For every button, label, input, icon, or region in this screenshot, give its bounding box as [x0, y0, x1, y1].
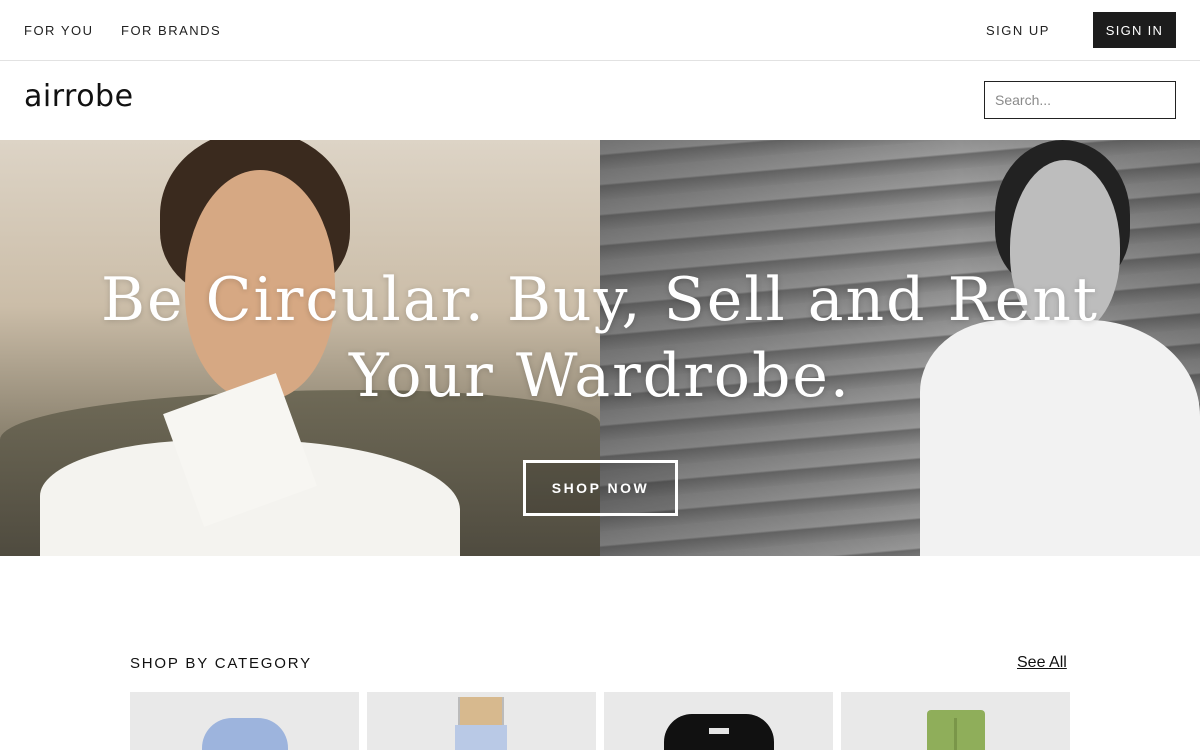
dress-icon: [458, 697, 504, 725]
hero-headline-line1: Be Circular. Buy, Sell and Rent: [100, 265, 1100, 335]
search-input[interactable]: [984, 81, 1176, 119]
see-all-link[interactable]: See All: [1017, 654, 1067, 672]
sign-in-button[interactable]: SIGN IN: [1093, 12, 1176, 48]
hero-banner: Be Circular. Buy, Sell and Rent Your War…: [0, 140, 1200, 556]
shop-now-button[interactable]: SHOP NOW: [523, 460, 678, 516]
hero-headline: Be Circular. Buy, Sell and Rent Your War…: [0, 262, 1200, 414]
top-utility-bar: FOR YOU FOR BRANDS SIGN UP SIGN IN: [0, 0, 1200, 61]
sign-up-link[interactable]: SIGN UP: [986, 23, 1050, 38]
hero-headline-line2: Your Wardrobe.: [348, 341, 852, 411]
header: airrobe: [0, 61, 1200, 140]
category-card-dresses[interactable]: [367, 692, 596, 750]
brand-logo[interactable]: airrobe: [24, 79, 134, 114]
category-section-title: SHOP BY CATEGORY: [130, 655, 312, 672]
nav-for-brands[interactable]: FOR BRANDS: [121, 23, 221, 38]
shirt-icon: [202, 718, 288, 750]
category-card-shirts[interactable]: [130, 692, 359, 750]
nav-for-you[interactable]: FOR YOU: [24, 23, 94, 38]
category-card-pants[interactable]: [841, 692, 1070, 750]
category-card-jackets[interactable]: [604, 692, 833, 750]
